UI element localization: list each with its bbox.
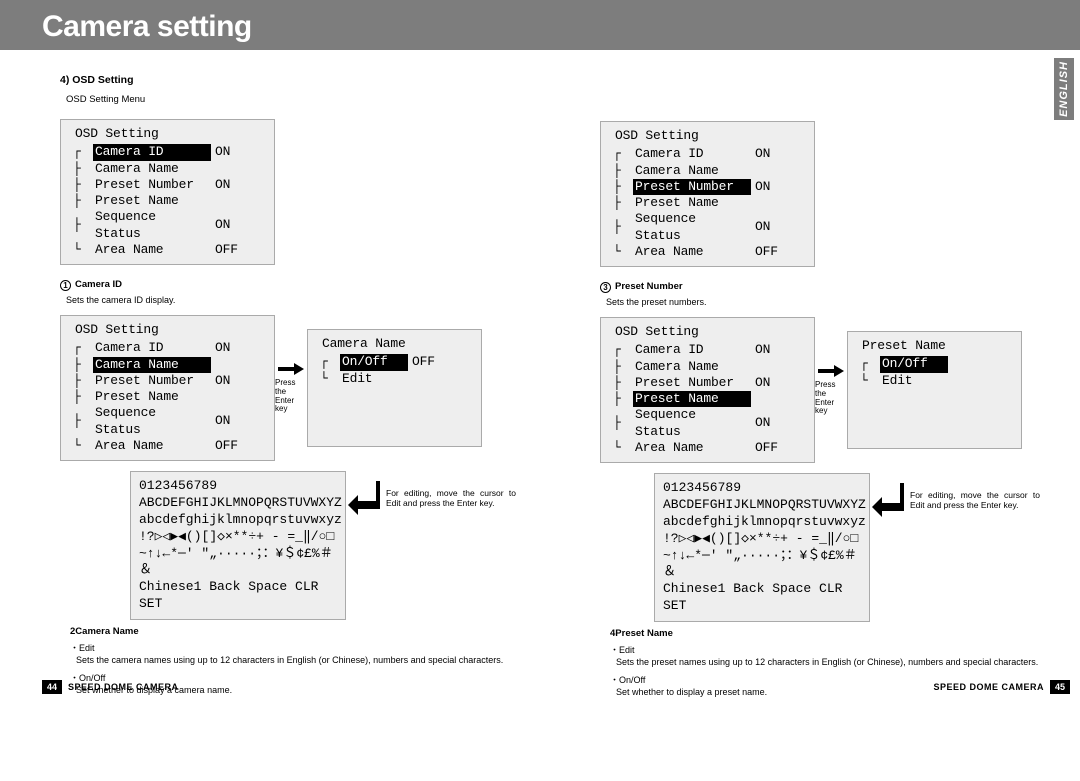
note-1-head: 1Camera ID [60,279,516,291]
arrow-down-icon: For editing, move the cursor to Edit and… [346,479,516,517]
osd-item-camera-id: Camera ID [93,144,211,160]
flow-row: OSD Setting ┌Camera IDON ├Camera Name ├P… [600,317,1040,463]
page-45: OSD Setting ┌Camera IDON ├Camera Name ├P… [540,50,1080,703]
note-3-head: 3Preset Number [600,281,1040,293]
page-44: 4) OSD Setting OSD Setting Menu OSD Sett… [0,50,540,703]
page-title: Camera setting [42,10,1050,44]
footer-left: 44 SPEED DOME CAMERA [42,679,185,695]
osd-item-camera-name: Camera Name [93,357,211,373]
osd-item-preset-name: Preset Name [633,391,751,407]
header-bar: Camera setting [0,0,1080,50]
note-1-body: Sets the camera ID display. [66,295,516,305]
osd-row: ┌Camera IDON [69,144,266,160]
osd-panel-preset-name: OSD Setting ┌Camera IDON ├Camera Name ├P… [600,317,815,463]
flow-row: OSD Setting ┌Camera IDON ├Camera Name ├P… [60,315,516,461]
osd-panel-camera-name: OSD Setting ┌Camera IDON ├Camera Name ├P… [60,315,275,461]
charmap-row: 0123456789 ABCDEFGHIJKLMNOPQRSTUVWXYZ ab… [60,471,516,620]
osd-panel-main: OSD Setting ┌Camera IDON ├Camera Name ├P… [60,119,275,265]
osd-row: ├Sequence StatusON [69,209,266,242]
section-heading: 4) OSD Setting [60,74,516,86]
arrow-right-icon: Press the Enter key [275,362,307,414]
character-map: 0123456789 ABCDEFGHIJKLMNOPQRSTUVWXYZ ab… [654,473,870,622]
page-number: 45 [1050,680,1070,694]
footer-right: SPEED DOME CAMERA 45 [927,679,1070,695]
preset-name-subpanel: Preset Name ┌On/Off └Edit [847,331,1022,449]
osd-row: ├Camera Name [69,161,266,177]
arrow-down-icon: For editing, move the cursor to Edit and… [870,481,1040,519]
page-number: 44 [42,680,62,694]
osd-row: ├Preset Name [69,193,266,209]
osd-row: └Area NameOFF [69,242,266,258]
charmap-row: 0123456789 ABCDEFGHIJKLMNOPQRSTUVWXYZ ab… [600,473,1040,622]
camera-name-subpanel: Camera Name ┌On/OffOFF └Edit [307,329,482,447]
onoff-item: On/Off [880,356,948,372]
note-3-body: Sets the preset numbers. [606,297,1040,307]
character-map: 0123456789 ABCDEFGHIJKLMNOPQRSTUVWXYZ ab… [130,471,346,620]
onoff-item: On/Off [340,354,408,370]
arrow-right-icon: Press the Enter key [815,364,847,416]
page-body: 4) OSD Setting OSD Setting Menu OSD Sett… [0,50,1080,703]
section-caption: OSD Setting Menu [66,94,516,105]
osd-row: ├Preset NumberON [69,177,266,193]
osd-panel-preset-number: OSD Setting ┌Camera IDON ├Camera Name ├P… [600,121,815,267]
osd-item-preset-number: Preset Number [633,179,751,195]
